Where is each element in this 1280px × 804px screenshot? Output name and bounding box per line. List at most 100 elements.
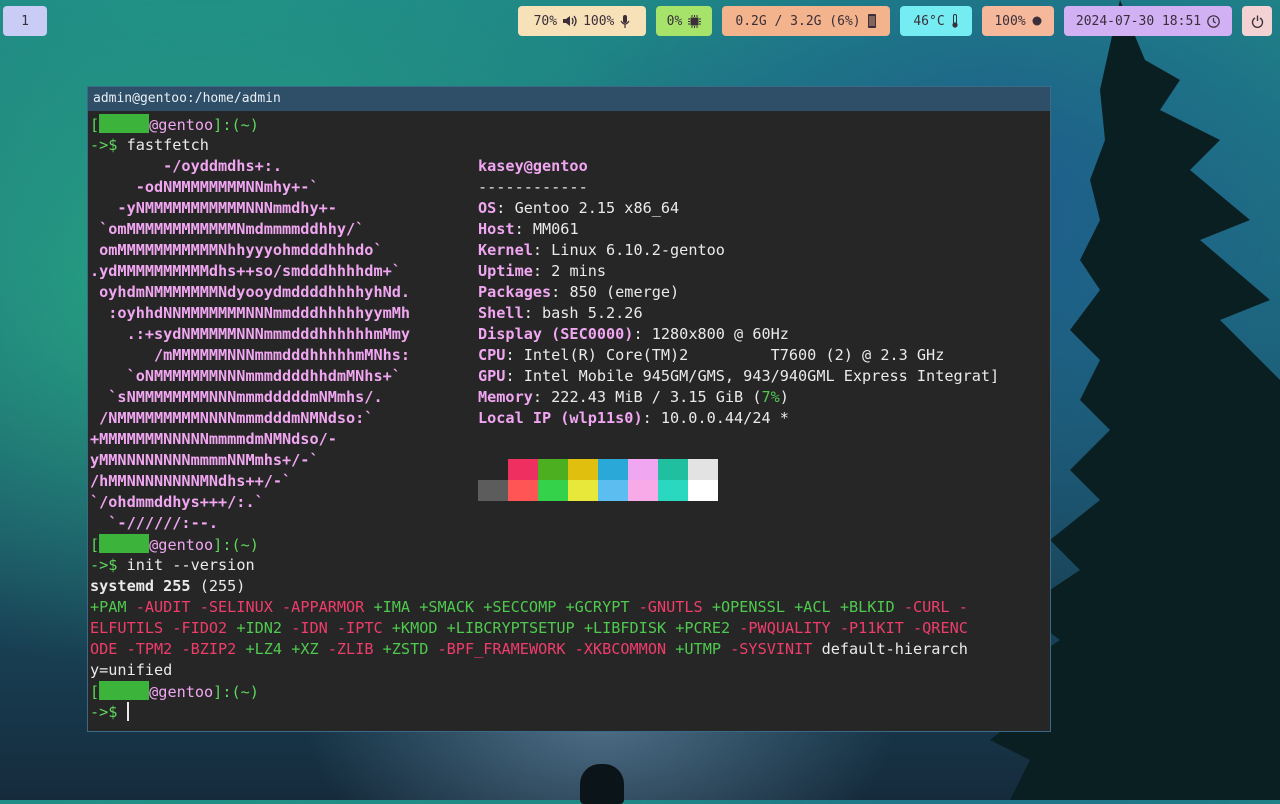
feature-flag: +ACL [794, 598, 840, 616]
systemd-name: systemd 255 [90, 577, 191, 595]
memory-usage: 0.2G / 3.2G (6%) [735, 13, 861, 29]
battery-widget[interactable]: 100% [982, 6, 1054, 36]
logo-text: .ydMMMMMMMMMMdhs++so/smdddhhhhdm+` [90, 262, 401, 280]
logo-line: +MMMMMMMNNNNNmmmmdmNMNdso/- [90, 429, 337, 450]
speaker-icon [563, 15, 577, 27]
command-line: ->$ fastfetch [90, 135, 209, 156]
color-swatch [478, 459, 508, 480]
info-key: Local IP (wlp11s0) [478, 409, 643, 427]
redacted-username [99, 114, 150, 133]
feature-flag: -BZIP2 [181, 640, 246, 658]
info-value: : 2 mins [532, 262, 607, 280]
feature-flag: +BLKID [839, 598, 904, 616]
prompt-path: :(~) [222, 116, 259, 134]
feature-flag: y=unified [90, 661, 173, 679]
prompt-arrow: ->$ [90, 136, 118, 154]
feature-flag: +SMACK [419, 598, 484, 616]
prompt-bracket: [ [90, 683, 100, 701]
command-text: fastfetch [126, 136, 209, 154]
clock-widget[interactable]: 2024-07-30 18:51 [1064, 6, 1232, 36]
logo-text: -yNMMMMMMMMMMMNNNmmdhy+- [90, 199, 337, 217]
feature-flag: -IPTC [336, 619, 392, 637]
workspace-button[interactable]: 1 [3, 6, 47, 36]
command-line: ->$ init --version [90, 555, 255, 576]
feature-flag: -IDN [291, 619, 337, 637]
color-swatch [658, 480, 688, 501]
workspace-label: 1 [21, 13, 29, 29]
logo-text: `sNMMMMMMMMNNNmmmdddddmNMmhs/. [90, 388, 383, 406]
datetime: 2024-07-30 18:51 [1075, 13, 1202, 29]
feature-flag: +LIBCRYPTSETUP [446, 619, 584, 637]
feature-flag: -FIDO2 [172, 619, 237, 637]
info-row: Display (SEC0000): 1280x800 @ 60Hz [478, 324, 789, 345]
cpu-widget[interactable]: 0% [656, 6, 712, 36]
logo-line: -yNMMMMMMMMMMMNNNmmdhy+- [90, 198, 337, 219]
memory-widget[interactable]: 0.2G / 3.2G (6%) [722, 6, 890, 36]
logo-text: /mMMMMMMNNNmmmdddhhhhhmMNhs: [90, 346, 411, 364]
mic-level: 100% [583, 13, 615, 29]
logo-line: /NMMMMMMMMMNNNNmmmdddmNMNdso:` [90, 408, 373, 429]
power-icon [1251, 15, 1264, 28]
prompt-bracket: [ [90, 536, 100, 554]
logo-text: omMMMMMMMMMMMNhhyyyohmdddhhhdo` [90, 241, 383, 259]
logo-line: `/ohdmmddhys+++/:.` [90, 492, 264, 513]
feature-flag: -APPARMOR [282, 598, 374, 616]
audio-widget[interactable]: 70% 100% [518, 6, 646, 36]
prompt-host: @gentoo [149, 536, 214, 554]
color-swatch [508, 459, 538, 480]
feature-line: +PAM -AUDIT -SELINUX -APPARMOR +IMA +SMA… [90, 597, 968, 618]
info-key: Shell [478, 304, 524, 322]
terminal-window[interactable]: admin@gentoo:/home/admin [@gentoo]:(~) ->… [87, 86, 1051, 732]
microphone-icon [620, 14, 630, 28]
power-button[interactable] [1242, 6, 1272, 36]
feature-flag: -AUDIT [135, 598, 200, 616]
redacted-username [99, 681, 150, 700]
prompt-line: [@gentoo]:(~) [90, 534, 259, 555]
info-row: Memory: 222.43 MiB / 3.15 GiB (7%) [478, 387, 789, 408]
systemd-number: (255) [190, 577, 246, 595]
feature-flag: -TPM2 [126, 640, 182, 658]
logo-line: -/oyddmdhs+:. [90, 156, 282, 177]
info-row: GPU: Intel Mobile 945GM/GMS, 943/940GML … [478, 366, 999, 387]
prompt-host: @gentoo [149, 116, 214, 134]
info-rule-text: ------------ [478, 178, 588, 196]
logo-text: :oyhhdNNMMMMMMMNNNmmdddhhhhhyymMh [90, 304, 411, 322]
redacted-username [99, 534, 150, 553]
feature-flag: +PCRE2 [675, 619, 740, 637]
color-swatch [568, 459, 598, 480]
feature-flag: -ZLIB [327, 640, 383, 658]
logo-text: `-//////:--. [90, 514, 219, 532]
logo-line: .ydMMMMMMMMMMdhs++so/smdddhhhhdm+` [90, 261, 401, 282]
prompt-bracket: ] [213, 536, 223, 554]
feature-flag: +ZSTD [382, 640, 438, 658]
logo-line: /hMMNNNNNNNNMNdhs++/-` [90, 471, 291, 492]
info-row: Host: MM061 [478, 219, 579, 240]
logo-text: /NMMMMMMMMMNNNNmmmdddmNMNdso:` [90, 409, 374, 427]
logo-text: -odNMMMMMMMMNNmhy+-` [90, 178, 319, 196]
info-header: kasey@gentoo [478, 156, 588, 177]
command-text: init --version [126, 556, 255, 574]
logo-text: yMMNNNNNNNNmmmmNNMmhs+/-` [90, 451, 319, 469]
logo-line: `omMMMMMMMMMMMMNmdmmmmddhhy/` [90, 219, 364, 240]
feature-flag: ELFUTILS [90, 619, 173, 637]
logo-line: yMMNNNNNNNNmmmmNNMmhs+/-` [90, 450, 319, 471]
color-swatch [628, 459, 658, 480]
info-value: : Intel(R) Core(TM)2 T7600 (2) @ 2.3 GHz [505, 346, 945, 364]
logo-line: .:+sydNMMMMMNNNmmmdddhhhhhhmMmy [90, 324, 410, 345]
feature-flag: - [958, 598, 968, 616]
prompt-path: :(~) [222, 683, 259, 701]
info-key: GPU [478, 367, 506, 385]
figure-silhouette [580, 764, 624, 804]
color-swatch [568, 480, 598, 501]
info-value: : 1280x800 @ 60Hz [633, 325, 789, 343]
feature-flag: -XKBCOMMON [574, 640, 676, 658]
logo-text: `omMMMMMMMMMMMMNmdmmmmddhhy/` [90, 220, 365, 238]
info-key: Uptime [478, 262, 533, 280]
cpu-icon [688, 14, 702, 28]
info-row: Packages: 850 (emerge) [478, 282, 679, 303]
info-key: OS [478, 199, 497, 217]
temperature-widget[interactable]: 46°C [900, 6, 972, 36]
feature-flag: +IMA [373, 598, 420, 616]
feature-flag: +XZ [291, 640, 328, 658]
info-row: CPU: Intel(R) Core(TM)2 T7600 (2) @ 2.3 … [478, 345, 944, 366]
